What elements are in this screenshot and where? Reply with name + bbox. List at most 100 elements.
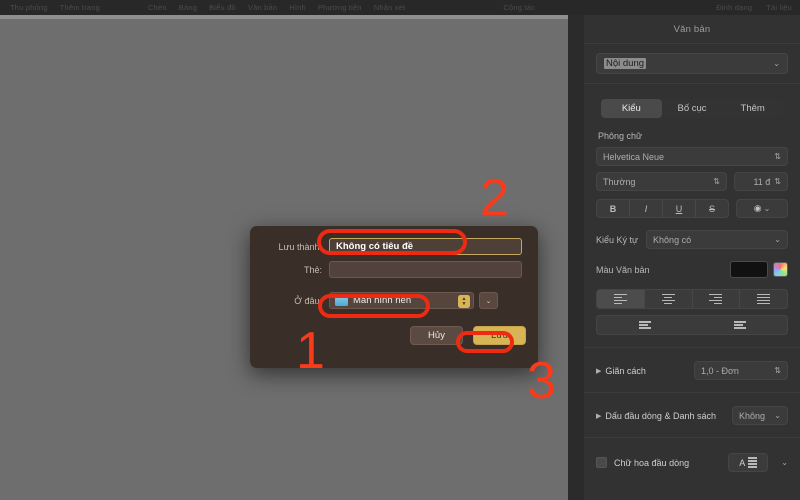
bullets-popup[interactable]: Không ⌄ <box>732 406 788 425</box>
menu-item-chart[interactable]: Biểu đồ <box>209 3 236 12</box>
align-justify-icon <box>757 293 771 305</box>
align-left-button[interactable] <box>597 290 645 308</box>
character-style-row: Kiểu Ký tự Không có ⌄ <box>596 230 788 249</box>
menu-item-document[interactable]: Tài liệu <box>766 3 792 12</box>
menu-item-insert[interactable]: Chèn <box>148 3 167 12</box>
text-effects-button[interactable]: ◉ ⌄ <box>736 199 788 218</box>
spacing-row: ▶ Giãn cách 1,0 - Đơn ⇅ <box>596 361 788 380</box>
stepper-updown-icon: ⇅ <box>774 177 781 186</box>
inspector-divider-2 <box>584 83 800 84</box>
font-family-value: Helvetica Neue <box>603 151 665 162</box>
chevron-down-icon: ⌄ <box>773 59 780 68</box>
text-effects-icon: ◉ <box>753 203 762 213</box>
indent-button[interactable] <box>692 316 787 334</box>
chevron-down-icon: ⌄ <box>485 297 492 305</box>
menu-item-comment[interactable]: Nhận xét <box>374 3 406 12</box>
text-alignment-group <box>596 289 788 309</box>
where-label: Ở đâu: <box>294 295 322 306</box>
chevron-down-icon: ⌄ <box>774 235 781 244</box>
disclosure-triangle-icon-2[interactable]: ▶ <box>596 412 601 420</box>
menu-item-media[interactable]: Phương tiện <box>318 3 362 12</box>
align-justify-button[interactable] <box>740 290 787 308</box>
tags-input[interactable] <box>329 261 522 278</box>
font-size-stepper[interactable]: 11 đ ⇅ <box>734 172 788 191</box>
chevron-down-icon: ⌄ <box>774 411 781 420</box>
disclosure-triangle-icon[interactable]: ▶ <box>596 367 601 375</box>
spacing-label: Giãn cách <box>605 365 646 376</box>
text-color-label: Màu Văn bản <box>596 264 650 275</box>
where-popup[interactable]: Màn hình nền ▲ ▼ <box>329 292 474 309</box>
font-family-popup[interactable]: Helvetica Neue ⇅ <box>596 147 788 166</box>
align-center-button[interactable] <box>645 290 693 308</box>
spacing-value: 1,0 - Đơn <box>701 365 739 376</box>
save-dialog: Lưu thành: Không có tiêu đề Thẻ: Ở đâu: … <box>250 226 538 368</box>
outdent-button[interactable] <box>597 316 692 334</box>
save-as-row: Lưu thành: Không có tiêu đề <box>262 238 522 255</box>
inspector-divider <box>584 43 800 44</box>
menu-middle-group: Chèn Bảng Biểu đồ Văn bản Hình Phương ti… <box>148 3 405 12</box>
align-right-button[interactable] <box>693 290 741 308</box>
tab-layout[interactable]: Bố cục <box>662 99 723 118</box>
menu-bar: Thu phóng Thêm trang Chèn Bảng Biểu đồ V… <box>0 0 800 15</box>
menu-item-zoom[interactable]: Thu phóng <box>10 3 48 12</box>
folder-icon <box>335 295 348 306</box>
menu-item-add-page[interactable]: Thêm trang <box>60 3 100 12</box>
save-as-input[interactable]: Không có tiêu đề <box>329 238 522 255</box>
save-button[interactable]: Lưu <box>473 326 526 345</box>
tab-style[interactable]: Kiểu <box>601 99 662 118</box>
tab-more[interactable]: Thêm <box>722 99 783 118</box>
font-section-label: Phông chữ <box>598 131 643 141</box>
strikethrough-button[interactable]: S <box>696 200 728 217</box>
cancel-button[interactable]: Hủy <box>410 326 463 345</box>
expand-dialog-button[interactable]: ⌄ <box>479 292 498 309</box>
bullets-value: Không <box>739 410 766 421</box>
text-indent-group <box>596 315 788 335</box>
align-left-icon <box>613 293 627 305</box>
menu-left-group: Thu phóng Thêm trang <box>0 3 100 12</box>
chevron-down-icon[interactable]: ⌄ <box>781 458 788 467</box>
stepper-updown-icon: ⇅ <box>774 152 781 161</box>
character-style-value: Không có <box>653 234 692 245</box>
font-family-row: Helvetica Neue ⇅ <box>596 147 788 166</box>
color-wheel-icon[interactable] <box>773 262 788 277</box>
dropcap-checkbox[interactable] <box>596 457 607 468</box>
menu-item-collaborate[interactable]: Cộng tác <box>503 3 535 12</box>
dialog-buttons: Hủy Lưu <box>410 326 526 345</box>
inspector-divider-4 <box>584 392 800 393</box>
align-center-icon <box>661 293 675 305</box>
inspector-divider-3 <box>584 347 800 348</box>
character-style-label: Kiểu Ký tự <box>596 234 639 245</box>
font-weight-value: Thường <box>603 176 636 187</box>
stepper-updown-icon: ⇅ <box>774 366 781 375</box>
font-size-value: 11 đ <box>753 176 771 187</box>
character-style-popup[interactable]: Không có ⌄ <box>646 230 788 249</box>
text-style-buttons: B I U S ◉ ⌄ <box>596 199 788 218</box>
font-weight-row: Thường ⇅ 11 đ ⇅ <box>596 172 788 191</box>
menu-item-table[interactable]: Bảng <box>179 3 197 12</box>
menu-item-text[interactable]: Văn bản <box>248 3 277 12</box>
menu-item-format[interactable]: Định dạng <box>716 3 752 12</box>
underline-button[interactable]: U <box>663 200 696 217</box>
save-as-label: Lưu thành: <box>278 241 322 252</box>
tags-label: Thẻ: <box>303 264 322 275</box>
spacing-popup[interactable]: 1,0 - Đơn ⇅ <box>694 361 788 380</box>
stepper-updown-icon[interactable]: ▲ ▼ <box>458 295 470 308</box>
font-weight-popup[interactable]: Thường ⇅ <box>596 172 727 191</box>
inspector-tabs: Kiểu Bố cục Thêm <box>601 99 783 118</box>
where-value: Màn hình nền <box>353 295 412 306</box>
drop-cap-lines-icon <box>748 457 758 468</box>
chevron-down-icon: ⌄ <box>763 204 771 213</box>
menu-item-shape[interactable]: Hình <box>289 3 306 12</box>
text-color-swatch[interactable] <box>730 261 768 278</box>
indent-icon <box>733 321 746 329</box>
dropcap-style-button[interactable]: A <box>728 453 769 472</box>
drop-cap-icon: A <box>739 457 746 468</box>
format-inspector: Văn bản Nội dung ⌄ Kiểu Bố cục Thêm Phôn… <box>584 15 800 500</box>
inspector-divider-5 <box>584 437 800 438</box>
italic-button[interactable]: I <box>630 200 663 217</box>
bius-group: B I U S <box>596 199 729 218</box>
bold-button[interactable]: B <box>597 200 630 217</box>
dropcap-label: Chữ hoa đầu dòng <box>614 457 690 468</box>
align-right-icon <box>709 293 723 305</box>
content-popup[interactable]: Nội dung ⌄ <box>596 53 788 74</box>
